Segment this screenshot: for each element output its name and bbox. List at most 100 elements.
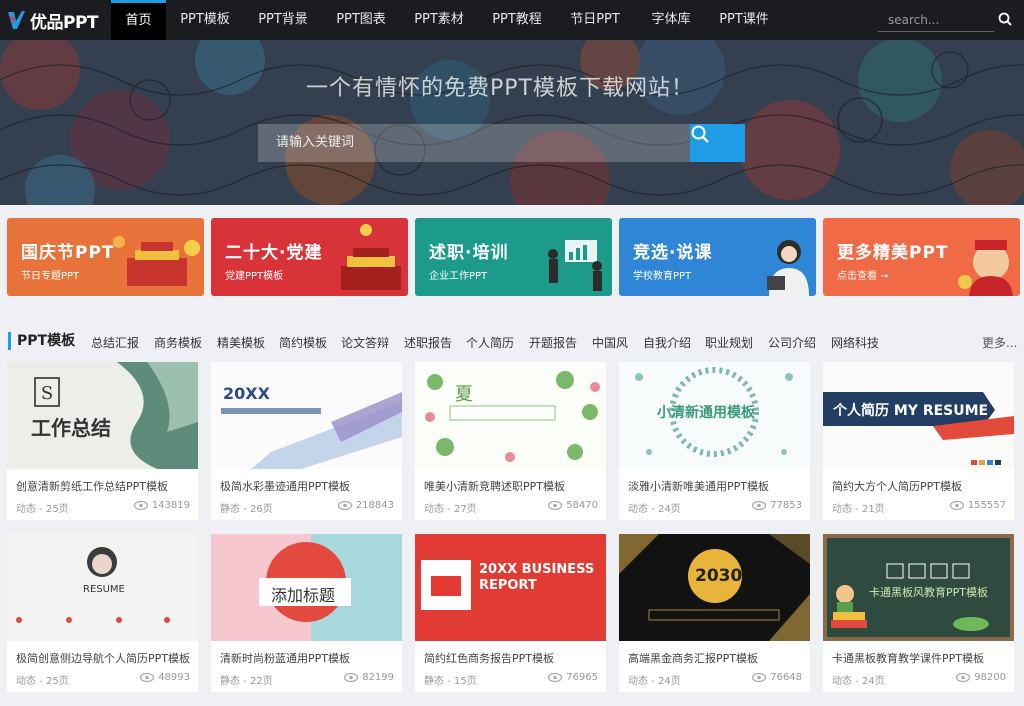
promo-national-day[interactable]: 国庆节PPT 节日专题PPT — [7, 218, 204, 296]
promo-title: 竞选·说课 — [633, 243, 713, 263]
eye-icon — [140, 673, 155, 682]
template-pages: 15页 — [453, 676, 477, 687]
view-count-value: 58470 — [566, 500, 598, 511]
template-title[interactable]: 清新时尚粉蓝通用PPT模板 — [220, 650, 350, 666]
category-resume[interactable]: 个人简历 — [466, 334, 514, 351]
template-thumbnail[interactable]: 个人简历 MY RESUME — [823, 362, 1014, 469]
category-thesis-defense[interactable]: 论文答辩 — [341, 334, 389, 351]
template-card[interactable]: 20XX BUSINESS REPORT 简约红色商务报告PPT模板 静态 - … — [415, 534, 606, 692]
eye-icon — [548, 501, 563, 510]
nav-ppt-charts[interactable]: PPT图表 — [328, 0, 394, 40]
hero-search-button[interactable] — [690, 124, 745, 162]
category-company-intro[interactable]: 公司介绍 — [768, 334, 816, 351]
nav-home[interactable]: 首页 — [111, 0, 166, 40]
category-tech[interactable]: 网络科技 — [831, 334, 879, 351]
nav-ppt-courseware[interactable]: PPT课件 — [711, 0, 777, 40]
template-pages: 22页 — [249, 676, 273, 687]
category-proposal-report[interactable]: 开题报告 — [529, 334, 577, 351]
thumbnail-title: RESUME — [83, 584, 125, 595]
template-thumbnail[interactable]: 卡通黑板风教育PPT模板 — [823, 534, 1014, 641]
template-thumbnail[interactable]: 20XX — [211, 362, 402, 469]
thumbnail-title: 工作总结 — [31, 416, 111, 440]
template-thumbnail[interactable]: S 工作总结 — [7, 362, 198, 469]
eye-icon — [344, 673, 359, 682]
eye-icon — [548, 673, 563, 682]
hero-search-input[interactable]: 请输入关键词 — [258, 124, 690, 162]
template-card[interactable]: 个人简历 MY RESUME 简约大方个人简历PPT模板 动态 - 21页 15… — [823, 362, 1014, 520]
template-thumbnail[interactable]: 2030 — [619, 534, 810, 641]
nav-ppt-materials[interactable]: PPT素材 — [406, 0, 472, 40]
eye-icon — [752, 673, 767, 682]
template-title[interactable]: 淡雅小清新唯美通用PPT模板 — [628, 478, 769, 494]
search-icon[interactable] — [998, 12, 1012, 26]
nav-ppt-backgrounds[interactable]: PPT背景 — [250, 0, 316, 40]
view-count: 218843 — [337, 500, 394, 511]
template-card[interactable]: RESUME 极简创意侧边导航个人简历PPT模板 动态 - 25页 48993 — [7, 534, 198, 692]
template-thumbnail[interactable]: 夏 — [415, 362, 606, 469]
template-meta: 动态 - 21页 — [832, 504, 885, 515]
template-pages: 25页 — [45, 504, 69, 515]
template-card[interactable]: 20XX 极简水彩墨迹通用PPT模板 静态 - 26页 218843 — [211, 362, 402, 520]
category-self-intro[interactable]: 自我介绍 — [643, 334, 691, 351]
nav-holiday-ppt[interactable]: 节日PPT — [562, 0, 628, 40]
category-summary-report[interactable]: 总结汇报 — [91, 334, 139, 351]
template-card[interactable]: 夏 唯美小清新竞聘述职PPT模板 动态 - 27页 58470 — [415, 362, 606, 520]
template-title[interactable]: 简约大方个人简历PPT模板 — [832, 478, 962, 494]
template-meta: 动态 - 27页 — [424, 504, 477, 515]
template-meta: 静态 - 15页 — [424, 676, 477, 687]
template-title[interactable]: 唯美小清新竞聘述职PPT模板 — [424, 478, 565, 494]
top-search-input[interactable] — [878, 8, 994, 31]
view-count-value: 77853 — [770, 500, 802, 511]
thumbnail-title: 小清新通用模板 — [657, 405, 755, 421]
category-chinese-style[interactable]: 中国风 — [592, 334, 628, 351]
template-card[interactable]: 2030 高端黑金商务汇报PPT模板 动态 - 24页 76648 — [619, 534, 810, 692]
template-card[interactable]: 小清新通用模板 淡雅小清新唯美通用PPT模板 动态 - 24页 77853 — [619, 362, 810, 520]
more-categories-link[interactable]: 更多... — [982, 334, 1017, 351]
template-title[interactable]: 极简创意侧边导航个人简历PPT模板 — [16, 650, 190, 666]
hero-title: 一个有情怀的免费PPT模板下载网站！ — [306, 76, 694, 101]
nav-ppt-templates[interactable]: PPT模板 — [172, 0, 238, 40]
template-title[interactable]: 创意清新剪纸工作总结PPT模板 — [16, 478, 168, 494]
template-title[interactable]: 高端黑金商务汇报PPT模板 — [628, 650, 758, 666]
template-meta: 动态 - 24页 — [628, 504, 681, 515]
template-meta: 静态 - 22页 — [220, 676, 273, 687]
view-count-value: 218843 — [355, 500, 394, 511]
category-exquisite[interactable]: 精美模板 — [217, 334, 265, 351]
template-title[interactable]: 卡通黑板教育教学课件PPT模板 — [832, 650, 984, 666]
nav-font-library[interactable]: 字体库 — [641, 0, 701, 40]
category-work-report[interactable]: 述职报告 — [404, 334, 452, 351]
eye-icon — [337, 501, 352, 510]
template-thumbnail[interactable]: 20XX BUSINESS REPORT — [415, 534, 606, 641]
template-card[interactable]: S 工作总结 创意清新剪纸工作总结PPT模板 动态 - 25页 143819 — [7, 362, 198, 520]
view-count-value: 155557 — [967, 500, 1006, 511]
thumbnail-title: 卡通黑板风教育PPT模板 — [869, 586, 988, 599]
category-career-planning[interactable]: 职业规划 — [705, 334, 753, 351]
template-card[interactable]: 添加标题 清新时尚粉蓝通用PPT模板 静态 - 22页 82199 — [211, 534, 402, 692]
promo-election-lecture[interactable]: 竞选·说课 学校教育PPT — [619, 218, 816, 296]
logo-icon — [8, 11, 25, 29]
promo-report-training[interactable]: 述职·培训 企业工作PPT — [415, 218, 612, 296]
template-pages: 24页 — [861, 676, 885, 687]
template-type: 动态 — [628, 676, 648, 687]
template-type: 动态 — [424, 504, 444, 515]
template-meta: 静态 - 26页 — [220, 504, 273, 515]
promo-more-ppt[interactable]: 更多精美PPT 点击查看 → — [823, 218, 1020, 296]
category-simple[interactable]: 简约模板 — [279, 334, 327, 351]
promo-title: 国庆节PPT — [21, 243, 115, 263]
template-thumbnail[interactable]: 添加标题 — [211, 534, 402, 641]
template-title[interactable]: 极简水彩墨迹通用PPT模板 — [220, 478, 350, 494]
category-business[interactable]: 商务模板 — [154, 334, 202, 351]
thumbnail-title: 个人简历 MY RESUME — [833, 403, 989, 419]
thumbnail-title: 20XX — [223, 384, 270, 403]
template-meta: 动态 - 24页 — [832, 676, 885, 687]
nav-ppt-tutorials[interactable]: PPT教程 — [484, 0, 550, 40]
template-title[interactable]: 简约红色商务报告PPT模板 — [424, 650, 554, 666]
template-thumbnail[interactable]: RESUME — [7, 534, 198, 641]
site-logo[interactable]: 优品PPT — [6, 8, 99, 33]
template-thumbnail[interactable]: 小清新通用模板 — [619, 362, 810, 469]
promo-party-building[interactable]: 二十大·党建 党建PPT模板 — [211, 218, 408, 296]
thumbnail-title: 2030 — [695, 566, 743, 586]
promo-subtitle: 学校教育PPT — [633, 271, 692, 282]
template-card[interactable]: 卡通黑板风教育PPT模板 卡通黑板教育教学课件PPT模板 动态 - 24页 98… — [823, 534, 1014, 692]
brand-name: 优品PPT — [30, 12, 99, 33]
